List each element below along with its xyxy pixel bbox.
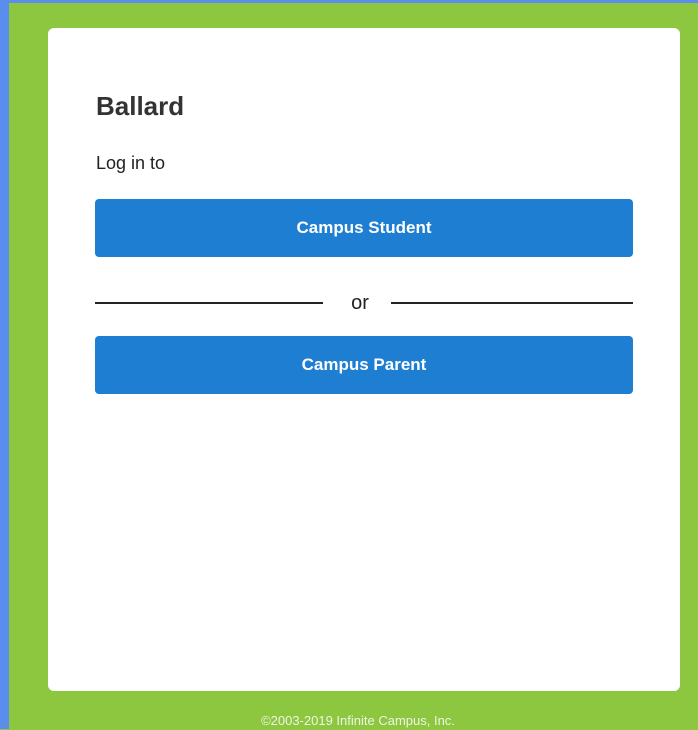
divider-line-right	[391, 302, 633, 304]
campus-student-button[interactable]: Campus Student	[95, 199, 633, 257]
campus-parent-button[interactable]: Campus Parent	[95, 336, 633, 394]
copyright-footer: ©2003-2019 Infinite Campus, Inc.	[261, 713, 455, 728]
login-prompt: Log in to	[96, 153, 166, 173]
divider-or-label: or	[351, 292, 369, 314]
divider-line-left	[95, 302, 323, 304]
page-background: Ballard Log in to Campus Student or Camp…	[0, 0, 698, 729]
district-title: Ballard	[96, 91, 185, 121]
or-divider: or	[95, 290, 633, 316]
login-card: Ballard Log in to Campus Student or Camp…	[48, 28, 680, 691]
